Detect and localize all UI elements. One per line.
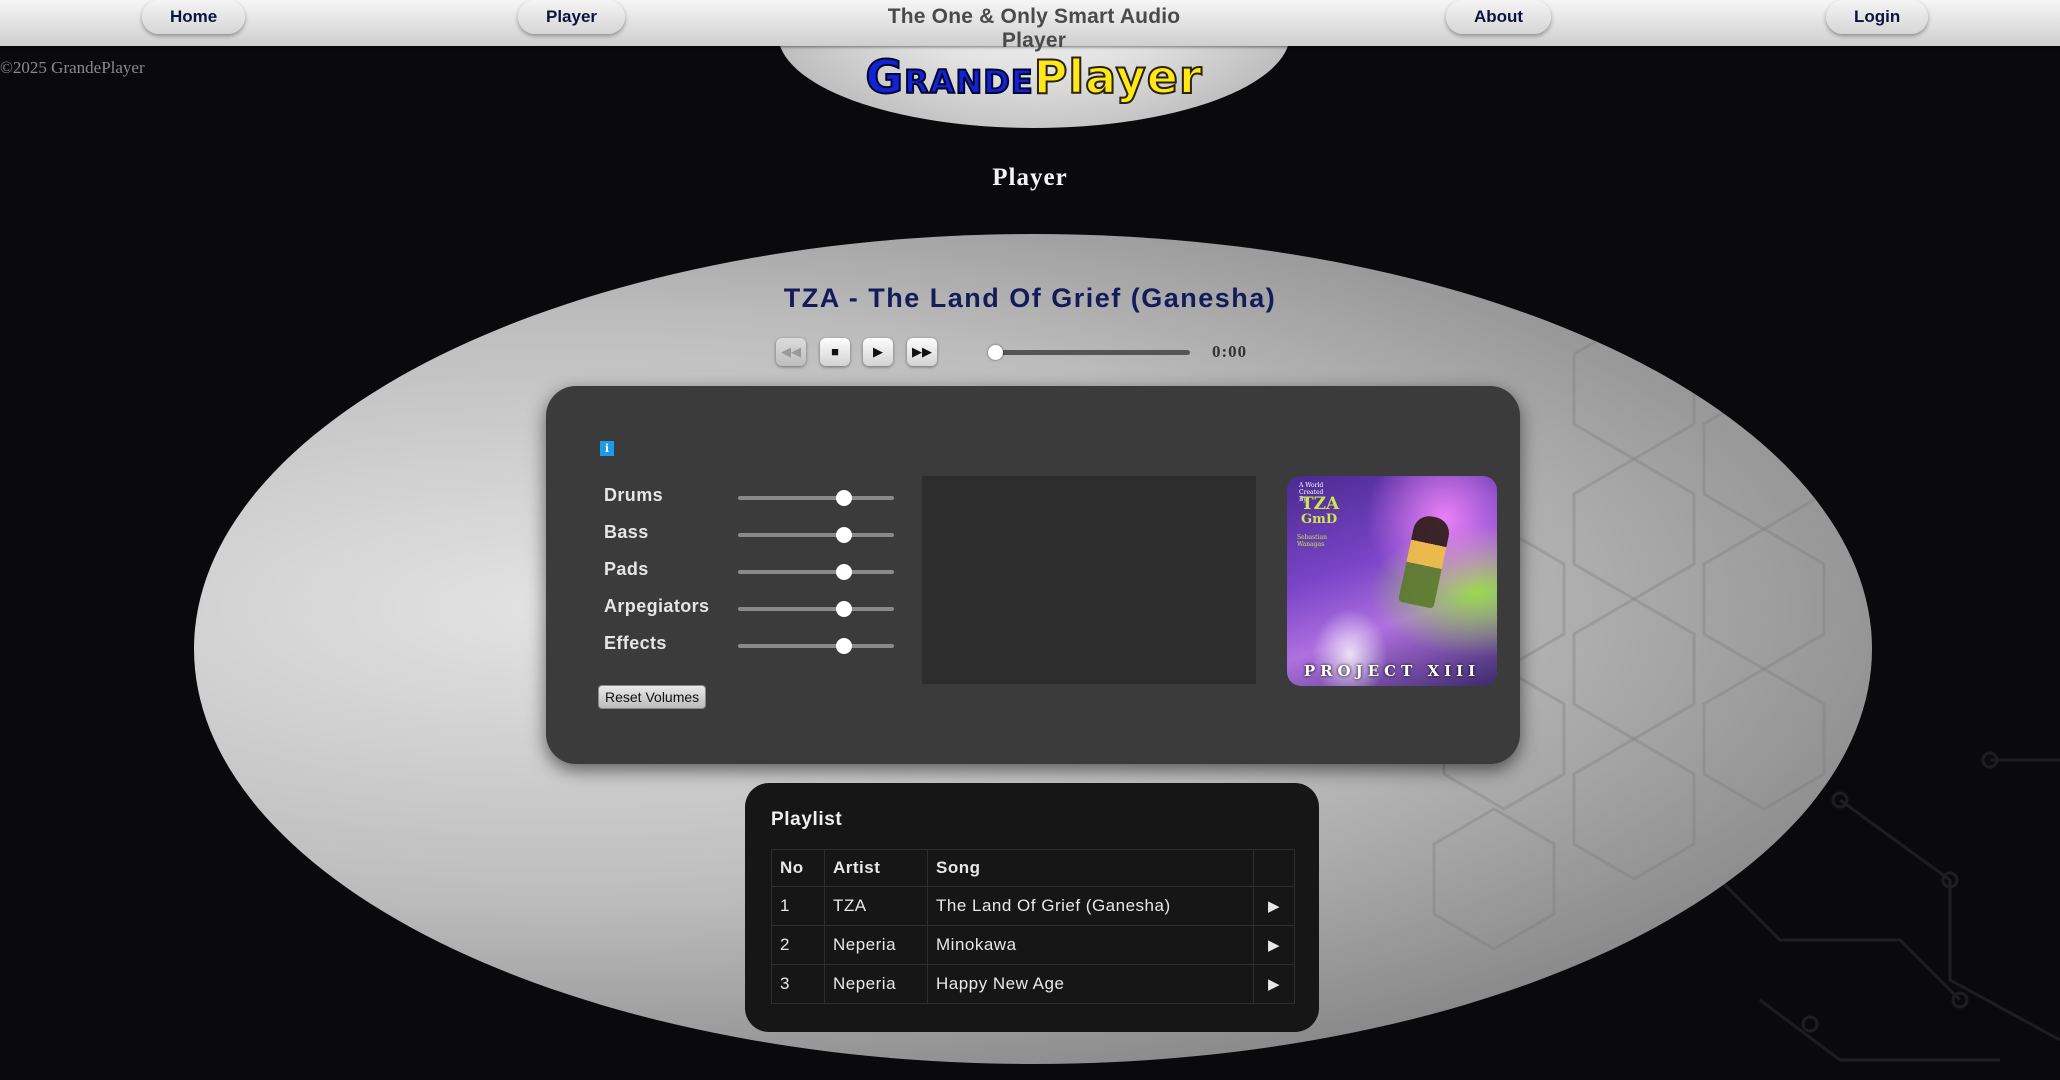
row-play-button[interactable]: ▶ <box>1253 886 1295 926</box>
logo-word-grande: Grande <box>864 50 1034 104</box>
volume-slider-handle[interactable] <box>836 490 853 506</box>
album-artist-text: TZA GmD <box>1301 494 1340 528</box>
album-name-text: PROJECT XIII <box>1303 662 1481 680</box>
play-icon: ▶ <box>1267 976 1281 993</box>
album-artist-name: TZA <box>1301 494 1340 514</box>
volume-row-arpegiators: Arpegiators <box>604 592 904 622</box>
stop-button[interactable]: ■ <box>820 338 850 366</box>
site-tagline: The One & Only Smart Audio Player <box>887 5 1181 52</box>
play-icon: ▶ <box>1267 898 1281 915</box>
playlist-table: No Artist Song 1 TZA The Land Of Grief (… <box>771 849 1295 1004</box>
playback-time: 0:00 <box>1212 342 1248 361</box>
volume-row-drums: Drums <box>604 481 904 511</box>
volume-slider-track[interactable] <box>738 496 894 500</box>
row-artist: Neperia <box>824 925 928 965</box>
table-header-row: No Artist Song <box>771 849 1295 887</box>
seek-bar[interactable] <box>990 350 1190 355</box>
column-header-no: No <box>771 849 825 887</box>
visualizer-area <box>922 476 1256 684</box>
table-row[interactable]: 3 Neperia Happy New Age ▶ <box>771 964 1295 1004</box>
row-artist: Neperia <box>824 964 928 1004</box>
volume-row-pads: Pads <box>604 555 904 585</box>
row-play-button[interactable]: ▶ <box>1253 964 1295 1004</box>
top-nav-bar: Home Player The One & Only Smart Audio P… <box>0 0 2060 52</box>
volume-slider-track[interactable] <box>738 607 894 611</box>
volume-label: Effects <box>604 633 667 653</box>
playlist-panel: Playlist No Artist Song 1 TZA The Land O… <box>745 783 1319 1032</box>
column-header-artist: Artist <box>824 849 928 887</box>
album-cover: A World Created By TZA GmD Sebastian Wan… <box>1287 476 1497 686</box>
play-icon: ▶ <box>1267 937 1281 954</box>
nav-login-button[interactable]: Login <box>1826 0 1929 34</box>
fast-forward-button[interactable]: ▶▶ <box>907 338 937 366</box>
volume-slider-track[interactable] <box>738 533 894 537</box>
stop-icon: ■ <box>831 344 839 359</box>
row-artist: TZA <box>824 886 928 926</box>
table-row[interactable]: 1 TZA The Land Of Grief (Ganesha) ▶ <box>771 886 1295 926</box>
nav-about-button[interactable]: About <box>1446 0 1552 34</box>
page-title: Player <box>992 164 1068 191</box>
play-icon: ▶ <box>873 344 883 359</box>
volume-slider-track[interactable] <box>738 570 894 574</box>
album-creator-text: Sebastian Wanagas <box>1297 534 1327 548</box>
volume-slider-handle[interactable] <box>836 638 853 654</box>
play-button[interactable]: ▶ <box>863 338 893 366</box>
volume-slider-handle[interactable] <box>836 601 853 617</box>
volume-slider-handle[interactable] <box>836 564 853 580</box>
row-number: 1 <box>771 886 825 926</box>
rewind-button[interactable]: ◀◀ <box>776 338 806 366</box>
playlist-title: Playlist <box>771 809 843 830</box>
site-logo[interactable]: GrandePlayer <box>778 53 1290 101</box>
album-figure <box>1398 513 1452 609</box>
nav-player-button[interactable]: Player <box>518 0 626 34</box>
row-play-button[interactable]: ▶ <box>1253 925 1295 965</box>
row-song: Happy New Age <box>927 964 1254 1004</box>
album-artist-logo: GmD <box>1301 512 1338 527</box>
volume-label: Arpegiators <box>604 596 710 616</box>
volume-slider-track[interactable] <box>738 644 894 648</box>
seek-handle[interactable] <box>988 345 1003 360</box>
copyright-text: ©2025 GrandePlayer <box>0 58 145 77</box>
column-header-action <box>1253 849 1295 887</box>
volume-label: Bass <box>604 522 649 542</box>
volume-row-effects: Effects <box>604 629 904 659</box>
reset-volumes-button[interactable]: Reset Volumes <box>598 685 707 709</box>
row-song: Minokawa <box>927 925 1254 965</box>
logo-word-player: Player <box>1033 50 1203 104</box>
nav-home-button[interactable]: Home <box>142 0 246 34</box>
column-header-song: Song <box>927 849 1254 887</box>
volume-row-bass: Bass <box>604 518 904 548</box>
fast-forward-icon: ▶▶ <box>912 344 932 359</box>
row-number: 2 <box>771 925 825 965</box>
table-row[interactable]: 2 Neperia Minokawa ▶ <box>771 925 1295 965</box>
mixer-panel: i Drums Bass Pads Arpegiators Effects Re… <box>546 386 1520 764</box>
volume-slider-handle[interactable] <box>836 527 853 543</box>
row-number: 3 <box>771 964 825 1004</box>
volume-label: Pads <box>604 559 649 579</box>
row-song: The Land Of Grief (Ganesha) <box>927 886 1254 926</box>
now-playing-title: TZA - The Land Of Grief (Ganesha) <box>783 283 1277 313</box>
info-icon[interactable]: i <box>600 441 614 456</box>
rewind-icon: ◀◀ <box>781 344 801 359</box>
volume-label: Drums <box>604 485 664 505</box>
